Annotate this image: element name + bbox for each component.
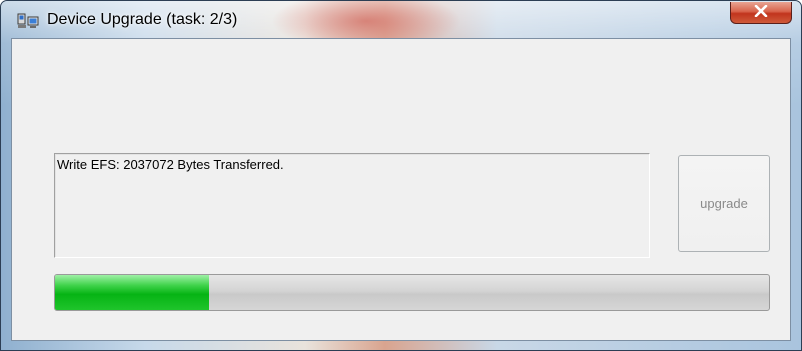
upgrade-progress-bar bbox=[54, 274, 770, 311]
progress-fill bbox=[55, 275, 209, 310]
title-bar[interactable]: Device Upgrade (task: 2/3) bbox=[1, 1, 801, 38]
device-upgrade-window: Device Upgrade (task: 2/3) Write EFS: 20… bbox=[0, 0, 802, 351]
status-message-box: Write EFS: 2037072 Bytes Transferred. bbox=[54, 153, 650, 258]
window-title: Device Upgrade (task: 2/3) bbox=[47, 11, 238, 28]
device-upgrade-icon bbox=[17, 13, 39, 30]
dialog-client-area: Write EFS: 2037072 Bytes Transferred. up… bbox=[11, 38, 791, 341]
close-button[interactable] bbox=[730, 2, 792, 24]
upgrade-button-label: upgrade bbox=[700, 196, 748, 211]
close-icon bbox=[754, 4, 768, 22]
status-message: Write EFS: 2037072 Bytes Transferred. bbox=[57, 157, 284, 172]
upgrade-button[interactable]: upgrade bbox=[678, 155, 770, 252]
